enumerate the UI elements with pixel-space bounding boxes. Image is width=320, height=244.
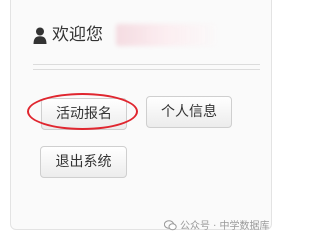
welcome-text: 欢迎您 bbox=[52, 25, 103, 45]
profile-button[interactable]: 个人信息 bbox=[146, 96, 232, 128]
divider bbox=[33, 64, 260, 70]
page-background-strip bbox=[274, 0, 293, 244]
wechat-icon bbox=[164, 220, 177, 231]
logout-button[interactable]: 退出系统 bbox=[40, 146, 127, 178]
highlight-circle bbox=[27, 93, 138, 130]
username-redacted bbox=[116, 24, 218, 46]
watermark: 公众号 · 中学数据库 bbox=[164, 220, 270, 234]
watermark-text: 公众号 · 中学数据库 bbox=[180, 221, 270, 232]
user-icon bbox=[33, 27, 47, 44]
